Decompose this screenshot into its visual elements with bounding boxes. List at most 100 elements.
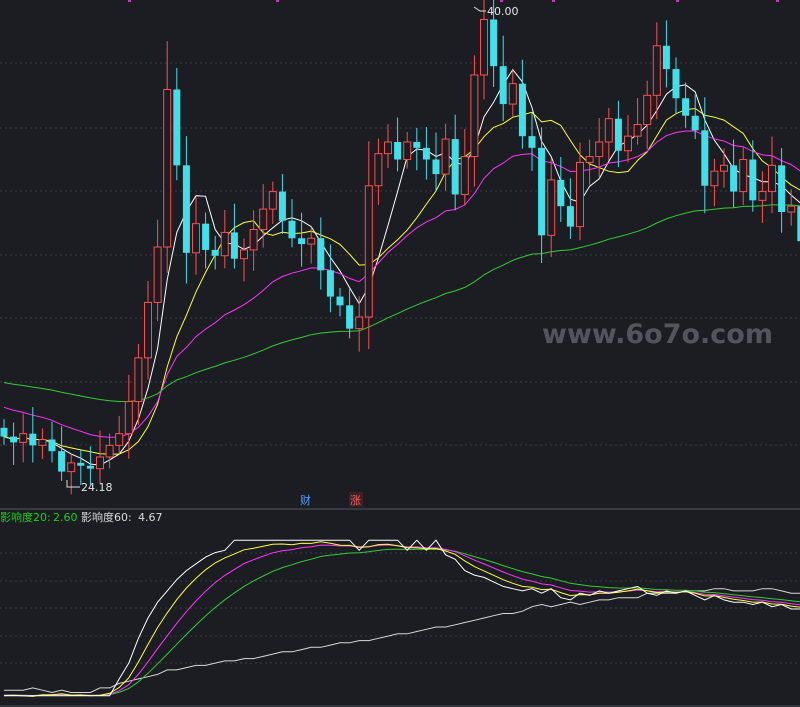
candle-body bbox=[585, 156, 594, 163]
candle-body bbox=[10, 436, 18, 443]
candle-body bbox=[259, 208, 268, 230]
candle-body bbox=[336, 296, 344, 306]
candle-body bbox=[518, 83, 526, 137]
candle-body bbox=[557, 179, 565, 207]
candle-body bbox=[182, 165, 190, 253]
candle-body bbox=[307, 237, 316, 245]
candle-body bbox=[134, 357, 143, 403]
candle-body bbox=[86, 465, 94, 469]
candle-body bbox=[451, 139, 459, 195]
candle-body bbox=[77, 462, 85, 466]
candle-body bbox=[38, 439, 47, 446]
candle-body bbox=[480, 19, 488, 76]
candle-body bbox=[720, 164, 728, 172]
candle-body bbox=[730, 165, 738, 192]
candle-body bbox=[749, 159, 757, 201]
badge-rise: 涨 bbox=[350, 494, 361, 507]
candle-body bbox=[58, 451, 66, 472]
candle-body bbox=[144, 301, 152, 359]
candle-body bbox=[403, 141, 412, 160]
candle-body bbox=[374, 153, 383, 187]
candle-body bbox=[249, 229, 258, 251]
candle-body bbox=[0, 427, 8, 437]
candle-body bbox=[240, 249, 248, 260]
chart-background bbox=[0, 0, 800, 707]
candle-body bbox=[163, 89, 172, 248]
candle-body bbox=[682, 98, 690, 116]
candle-body bbox=[346, 305, 354, 329]
candle-body bbox=[652, 45, 661, 96]
candle-body bbox=[739, 159, 748, 193]
indicator-60-label: 影响度60: bbox=[81, 510, 132, 524]
candle-body bbox=[288, 220, 296, 239]
candle-body bbox=[499, 66, 507, 105]
candle-body bbox=[124, 401, 133, 435]
candle-body bbox=[384, 141, 392, 155]
candle-body bbox=[624, 135, 632, 152]
indicator-20-label: 影响度20: bbox=[0, 510, 51, 524]
candle-body bbox=[192, 223, 200, 254]
candle-body bbox=[672, 69, 680, 99]
candle-body bbox=[115, 433, 124, 446]
candle-body bbox=[48, 439, 56, 452]
candle-body bbox=[595, 141, 604, 158]
candle-body bbox=[490, 19, 498, 67]
candle-body bbox=[268, 191, 277, 210]
candle-body bbox=[202, 223, 210, 250]
candle-body bbox=[317, 238, 325, 271]
candle-body bbox=[19, 433, 28, 443]
candle-body bbox=[547, 179, 556, 236]
candle-body bbox=[528, 136, 536, 148]
candle-body bbox=[604, 118, 613, 143]
top-tick-mark bbox=[552, 0, 555, 2]
candle-body bbox=[701, 130, 709, 186]
candle-body bbox=[355, 316, 364, 330]
indicator-20-value: 2.60 bbox=[53, 511, 78, 524]
candle-body bbox=[278, 191, 286, 221]
candle-body bbox=[29, 433, 37, 446]
candle-body bbox=[643, 94, 652, 126]
candle-body bbox=[441, 138, 450, 175]
candle-body bbox=[576, 161, 584, 228]
candle-body bbox=[614, 118, 622, 151]
indicator-legend: 影响度20: 2.60 影响度60: 4.67 bbox=[0, 510, 163, 524]
watermark: www.6o7o.com bbox=[542, 319, 773, 350]
top-tick-mark bbox=[500, 0, 503, 2]
candle-body bbox=[211, 249, 219, 256]
candle-body bbox=[768, 164, 776, 193]
top-tick-mark bbox=[776, 0, 779, 2]
candle-body bbox=[153, 246, 162, 303]
candle-body bbox=[394, 142, 402, 160]
candle-body bbox=[173, 89, 181, 166]
low-label: 24.18 bbox=[81, 481, 113, 494]
candle-body bbox=[298, 238, 306, 245]
candle-body bbox=[538, 147, 546, 236]
indicator-60-value: 4.67 bbox=[138, 511, 163, 524]
candle-body bbox=[422, 147, 430, 160]
top-tick-mark bbox=[276, 0, 279, 2]
candle-body bbox=[413, 142, 421, 148]
candle-body bbox=[67, 462, 76, 473]
candle-body bbox=[220, 231, 229, 257]
candle-body bbox=[691, 115, 699, 131]
candle-body bbox=[364, 185, 373, 318]
candle-body bbox=[508, 83, 517, 105]
candle-body bbox=[432, 159, 440, 175]
top-tick-mark bbox=[676, 0, 679, 2]
candle-body bbox=[662, 45, 670, 70]
stock-chart: www.6o7o.com 40.00 24.18 财 涨 影响度20: 2.60… bbox=[0, 0, 800, 707]
candle-body bbox=[105, 444, 114, 458]
top-tick-mark bbox=[128, 0, 131, 2]
candle-body bbox=[758, 191, 767, 201]
candle-body bbox=[787, 205, 796, 213]
candle-body bbox=[470, 74, 479, 158]
candle-body bbox=[778, 165, 786, 212]
candle-body bbox=[710, 170, 719, 187]
high-label: 40.00 bbox=[487, 5, 519, 18]
candle-body bbox=[633, 124, 642, 137]
candle-body bbox=[566, 206, 574, 227]
candle-body bbox=[326, 270, 334, 297]
badge-finance: 财 bbox=[300, 493, 311, 507]
candle-body bbox=[230, 232, 238, 259]
candle-body bbox=[460, 156, 469, 195]
